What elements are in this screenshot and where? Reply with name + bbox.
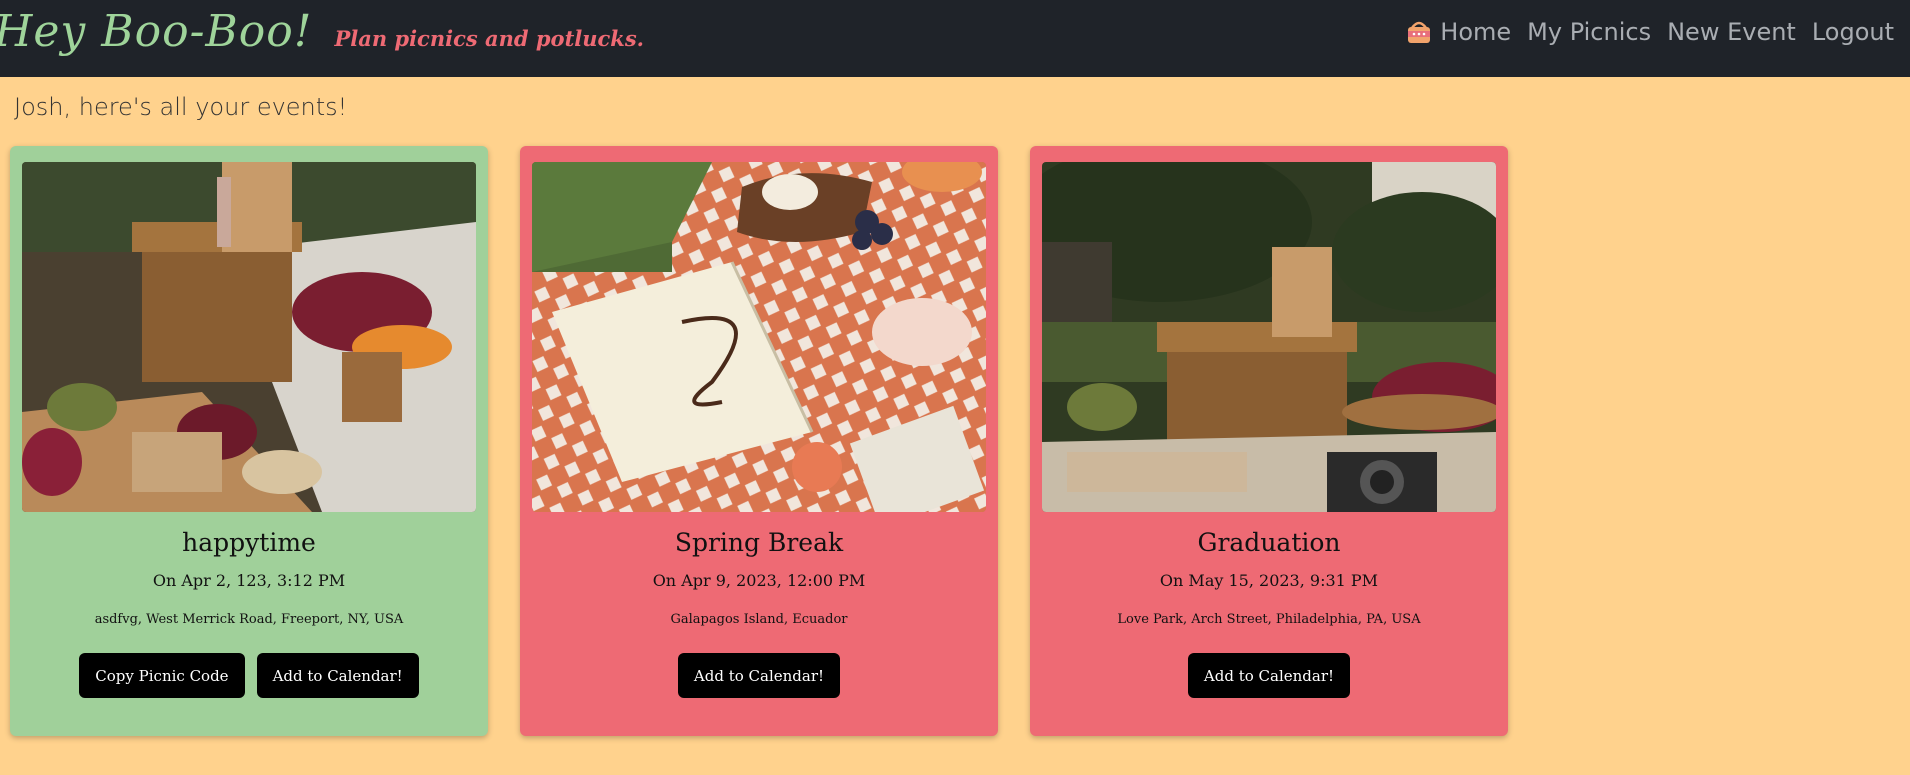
park-picnic-camera-photo xyxy=(1042,162,1496,512)
event-actions: Add to Calendar! xyxy=(677,653,841,698)
picnic-basket-icon xyxy=(1408,21,1431,43)
event-address: Galapagos Island, Ecuador xyxy=(670,612,848,627)
nav-link-logout[interactable]: Logout xyxy=(1812,18,1894,46)
brand-tagline: Plan picnics and potlucks. xyxy=(334,26,644,51)
event-address: Love Park, Arch Street, Philadelphia, PA… xyxy=(1117,612,1421,627)
navbar: Hey Boo-Boo! Plan picnics and potlucks. … xyxy=(0,0,1910,77)
event-title: Spring Break xyxy=(674,528,844,557)
page-heading: Josh, here's all your events! xyxy=(14,93,348,121)
event-title: Graduation xyxy=(1197,528,1341,557)
event-date: On Apr 2, 123, 3:12 PM xyxy=(152,571,346,590)
event-date: On Apr 9, 2023, 12:00 PM xyxy=(652,571,866,590)
event-card: happytime On Apr 2, 123, 3:12 PM asdfvg,… xyxy=(10,146,488,736)
event-actions: Add to Calendar! xyxy=(1187,653,1351,698)
nav-link-my-picnics[interactable]: My Picnics xyxy=(1527,18,1651,46)
event-card: Spring Break On Apr 9, 2023, 12:00 PM Ga… xyxy=(520,146,998,736)
event-title: happytime xyxy=(182,528,316,557)
nav-link-home-label: Home xyxy=(1440,17,1512,46)
nav-links: Home My Picnics New Event Logout xyxy=(1406,18,1894,46)
add-to-calendar-button[interactable]: Add to Calendar! xyxy=(256,653,419,698)
event-date: On May 15, 2023, 9:31 PM xyxy=(1159,571,1379,590)
event-cards: happytime On Apr 2, 123, 3:12 PM asdfvg,… xyxy=(0,143,1910,736)
event-card: Graduation On May 15, 2023, 9:31 PM Love… xyxy=(1030,146,1508,736)
event-address: asdfvg, West Merrick Road, Freeport, NY,… xyxy=(94,612,404,627)
add-to-calendar-button[interactable]: Add to Calendar! xyxy=(677,653,841,698)
picnic-blanket-notebook-photo xyxy=(532,162,986,512)
copy-picnic-code-button[interactable]: Copy Picnic Code xyxy=(79,653,245,698)
picnic-basket-charcuterie-photo xyxy=(22,162,476,512)
nav-link-new-event[interactable]: New Event xyxy=(1667,18,1796,46)
nav-link-home[interactable]: Home xyxy=(1406,18,1511,46)
brand-logo[interactable]: Hey Boo-Boo! xyxy=(0,6,312,57)
event-actions: Copy Picnic Code Add to Calendar! xyxy=(79,653,419,698)
add-to-calendar-button[interactable]: Add to Calendar! xyxy=(1187,653,1351,698)
brand: Hey Boo-Boo! Plan picnics and potlucks. xyxy=(0,6,644,57)
